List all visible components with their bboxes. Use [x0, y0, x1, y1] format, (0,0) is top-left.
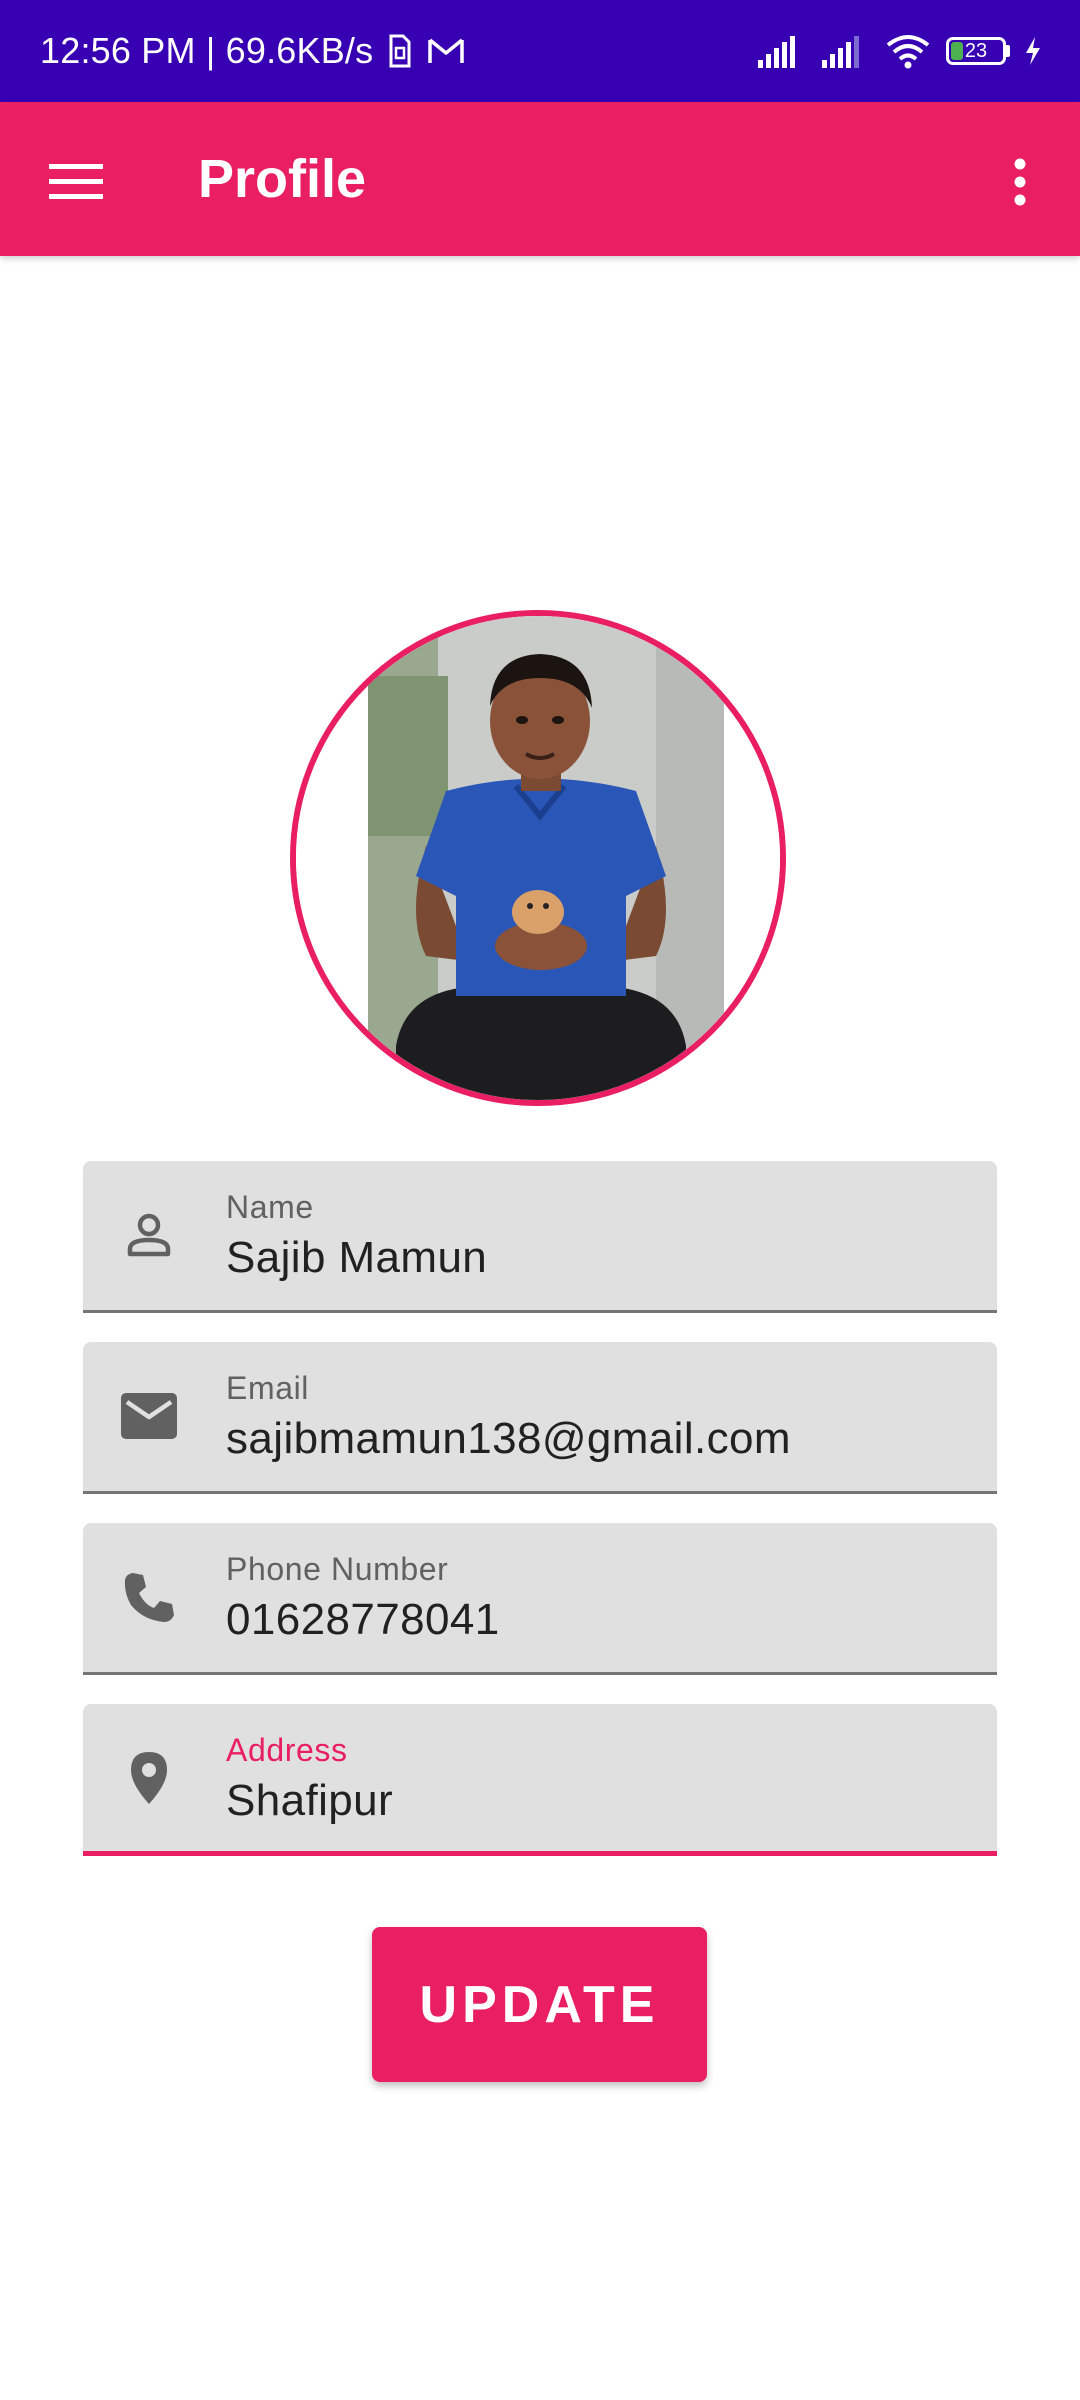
status-bar: 12:56 PM | 69.6KB/s 23: [0, 0, 1080, 102]
charging-icon: [1024, 36, 1042, 66]
address-field[interactable]: Address: [83, 1704, 997, 1856]
battery-tip: [1006, 45, 1010, 57]
phone-label: Phone Number: [226, 1551, 449, 1587]
battery-icon: 23: [946, 37, 1006, 65]
sim-icon: [387, 34, 413, 68]
phone-icon: [121, 1569, 177, 1625]
address-label: Address: [226, 1732, 348, 1768]
email-field[interactable]: Email: [83, 1342, 997, 1494]
more-vert-icon[interactable]: [980, 142, 1060, 222]
name-field[interactable]: Name: [83, 1161, 997, 1313]
status-left: 12:56 PM | 69.6KB/s: [40, 0, 465, 102]
status-right: 23: [742, 0, 1042, 102]
address-input[interactable]: [226, 1776, 966, 1826]
email-input[interactable]: [226, 1414, 966, 1464]
battery-level: 23: [964, 39, 988, 62]
avatar-illustration: [296, 616, 780, 1100]
hamburger-menu-icon[interactable]: [36, 142, 116, 222]
name-input[interactable]: [226, 1233, 966, 1283]
battery-fill: [951, 42, 963, 60]
status-time-speed: 12:56 PM | 69.6KB/s: [40, 30, 374, 71]
profile-photo[interactable]: [290, 610, 786, 1106]
name-label: Name: [226, 1189, 314, 1225]
signal-icon: [756, 34, 806, 68]
gmail-icon: [427, 36, 465, 66]
update-button[interactable]: UPDATE: [372, 1927, 707, 2082]
wifi-icon: [884, 33, 932, 69]
person-icon: [121, 1207, 177, 1263]
email-icon: [121, 1388, 177, 1444]
email-label: Email: [226, 1370, 310, 1406]
app-bar: Profile: [0, 102, 1080, 256]
page-title: Profile: [198, 149, 367, 209]
location-pin-icon: [121, 1750, 177, 1806]
phone-field[interactable]: Phone Number: [83, 1523, 997, 1675]
phone-input[interactable]: [226, 1595, 966, 1645]
signal-icon: [820, 34, 870, 68]
